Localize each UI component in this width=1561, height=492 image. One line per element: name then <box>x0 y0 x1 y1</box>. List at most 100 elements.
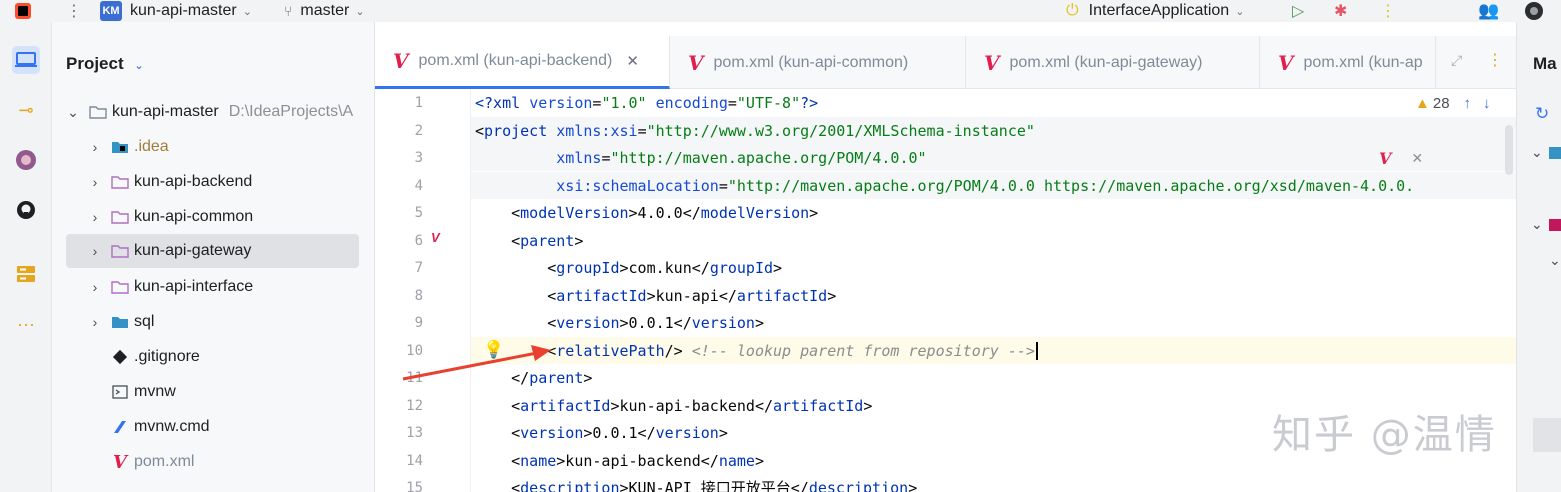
inspection-widget[interactable]: ▲ 28 ↑ ↓ <box>1415 95 1491 112</box>
close-icon[interactable]: ✕ <box>626 52 639 70</box>
expand-arrow-icon[interactable]: ⌄ <box>1531 216 1543 233</box>
code-token: version <box>691 313 755 332</box>
tree-item-kun-api-gateway[interactable]: › kun-api-gateway <box>66 234 359 268</box>
code-token: <!-- lookup parent from repository --> <box>691 341 1035 360</box>
code-token: description <box>808 478 909 492</box>
tree-item-idea[interactable]: › .idea <box>66 132 359 162</box>
code-token: = <box>637 121 647 140</box>
close-icon[interactable]: ✕ <box>1411 150 1423 167</box>
maven-panel-title[interactable]: Ma <box>1533 54 1557 74</box>
gitignore-icon <box>110 349 130 365</box>
code-token: encoding <box>655 93 728 112</box>
expand-arrow-icon[interactable]: › <box>88 279 102 295</box>
expand-arrow-icon[interactable]: › <box>88 139 102 155</box>
panel-title-label: Project <box>66 54 124 73</box>
expand-arrow-icon[interactable]: › <box>88 243 102 259</box>
tree-item-sql[interactable]: › sql <box>66 307 359 337</box>
code-token: version <box>655 423 719 442</box>
tree-item-path: D:\IdeaProjects\A <box>228 103 354 120</box>
run-config-selector[interactable]: ⏻ InterfaceApplication ⌄ <box>1066 0 1244 22</box>
tree-item-label: kun-api-common <box>134 208 254 225</box>
tree-item-kun-api-master[interactable]: ⌄ kun-api-master D:\IdeaProjects\A <box>66 97 359 127</box>
maven-icon: V <box>688 50 704 75</box>
project-panel-title[interactable]: Project ⌄ <box>66 54 144 74</box>
tab-pom-gateway[interactable]: V pom.xml (kun-api-gateway) <box>966 36 1260 89</box>
code-line[interactable]: xsi:schemaLocation = "http://maven.apache.… <box>475 172 1414 199</box>
code-token: >0.0.1</ <box>583 423 656 442</box>
module-folder-icon <box>110 243 130 259</box>
more-tools-icon[interactable]: ··· <box>12 310 40 338</box>
module-icon <box>1549 147 1561 159</box>
tree-item-label: kun-api-gateway <box>134 242 252 259</box>
expand-arrow-icon[interactable]: › <box>88 174 102 190</box>
more-actions-icon[interactable]: ⋮ <box>1380 0 1396 22</box>
branch-icon: ⑂ <box>284 3 293 19</box>
expand-arrow-icon[interactable]: › <box>88 209 102 225</box>
tool-window-strip: ⊸ ··· <box>0 22 52 492</box>
code-token: >kun-api</ <box>646 286 737 305</box>
tree-item-gitignore[interactable]: .gitignore <box>66 342 359 372</box>
plugin-avatar-icon[interactable] <box>12 146 40 174</box>
tab-pom-interface[interactable]: V pom.xml (kun-ap <box>1260 36 1436 89</box>
tree-item-kun-api-common[interactable]: › kun-api-common <box>66 202 359 232</box>
chevron-down-icon: ⌄ <box>1235 5 1245 18</box>
maximize-editor-icon[interactable]: ⤢ <box>1451 52 1462 69</box>
tab-pom-common[interactable]: V pom.xml (kun-api-common) <box>670 36 966 89</box>
vertical-scrollbar[interactable] <box>1505 125 1513 175</box>
code-token: > <box>809 203 819 222</box>
expand-arrow-icon[interactable]: ⌄ <box>66 104 80 121</box>
code-token: ?> <box>800 93 819 112</box>
expand-arrow-icon[interactable]: › <box>88 314 102 330</box>
code-token: >4.0.0</ <box>628 203 701 222</box>
code-token: > <box>908 478 918 492</box>
code-token: > <box>827 286 837 305</box>
project-tool-icon[interactable] <box>12 46 40 74</box>
main-menu-icon[interactable]: ⋮ <box>66 0 82 22</box>
tree-item-pom-xml[interactable]: V pom.xml <box>66 447 359 477</box>
debug-icon[interactable]: ✱ <box>1334 0 1347 22</box>
tree-item-mvnw[interactable]: mvnw <box>66 377 359 407</box>
branch-switcher[interactable]: ⑂ master ⌄ <box>284 0 365 22</box>
app-logo-icon[interactable] <box>14 0 32 22</box>
refresh-icon[interactable]: ↻ <box>1535 104 1549 124</box>
code-token: > <box>718 423 728 442</box>
code-token: "http://maven.apache.org/POM/4.0.0" <box>610 148 927 167</box>
code-token: >kun-api-backend</ <box>610 396 774 415</box>
tree-item-mvnw-cmd[interactable]: mvnw.cmd <box>66 412 359 442</box>
settings-avatar-icon[interactable] <box>1524 0 1544 22</box>
code-token: = <box>718 176 728 195</box>
previous-highlight-icon[interactable]: ↑ <box>1464 95 1472 112</box>
expand-arrow-icon[interactable]: ⌄ <box>1531 144 1543 161</box>
tree-item-kun-api-interface[interactable]: › kun-api-interface <box>66 272 359 302</box>
run-icon[interactable]: ▷ <box>1292 0 1304 22</box>
code-token: artifactId <box>736 286 828 305</box>
load-maven-changes-icon[interactable]: V <box>1379 149 1391 168</box>
code-with-me-icon[interactable]: 👥 <box>1478 0 1499 22</box>
project-switcher[interactable]: KM kun-api-master ⌄ <box>100 0 252 22</box>
commit-tool-icon[interactable]: ⊸ <box>12 96 40 124</box>
code-token: > <box>773 258 783 277</box>
tree-item-label: .idea <box>134 138 169 155</box>
tab-actions-icon[interactable]: ⋮ <box>1487 50 1503 70</box>
code-token: > <box>754 451 764 470</box>
code-token: = <box>601 148 611 167</box>
tab-pom-backend[interactable]: V pom.xml (kun-api-backend) ✕ <box>375 36 670 89</box>
tree-item-label: kun-api-master <box>112 103 219 120</box>
services-tool-icon[interactable] <box>12 260 40 288</box>
tree-item-label: sql <box>134 313 155 330</box>
github-icon[interactable] <box>12 196 40 224</box>
tab-label: pom.xml (kun-api-gateway) <box>1009 53 1203 71</box>
module-icon <box>1549 219 1561 231</box>
warning-icon: ▲ <box>1415 95 1430 112</box>
tree-item-kun-api-backend[interactable]: › kun-api-backend <box>66 167 359 197</box>
scroll-thumb[interactable] <box>1533 418 1561 452</box>
expand-arrow-icon[interactable]: ⌄ <box>1549 252 1561 269</box>
idea-folder-icon <box>110 139 130 155</box>
next-highlight-icon[interactable]: ↓ <box>1483 95 1491 112</box>
chevron-down-icon: ⌄ <box>355 5 365 18</box>
chevron-down-icon: ⌄ <box>242 5 252 18</box>
code-token: >KUN-API 接口开放平台</ <box>619 479 809 492</box>
tab-label: pom.xml (kun-api-common) <box>713 53 909 71</box>
power-icon: ⏻ <box>1066 2 1079 19</box>
maven-icon: V <box>393 49 409 73</box>
